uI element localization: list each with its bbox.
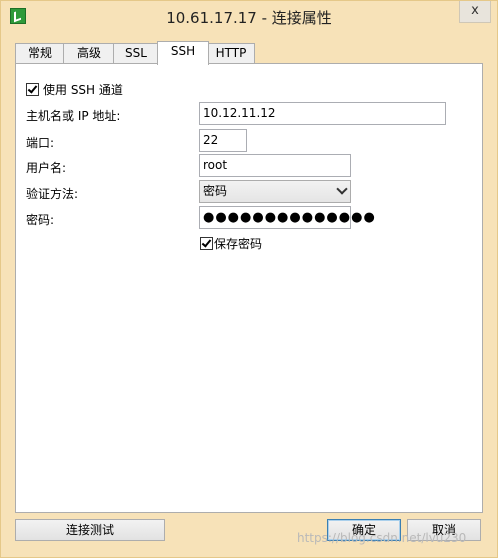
auth-method-value: 密码 <box>203 184 228 198</box>
username-input[interactable]: root <box>199 154 351 177</box>
use-ssh-checkbox[interactable] <box>26 83 39 96</box>
password-label: 密码: <box>26 213 55 227</box>
tab-http[interactable]: HTTP <box>207 43 255 64</box>
tab-advanced[interactable]: 高级 <box>63 43 115 64</box>
ssh-settings-panel: 使用 SSH 通道 主机名或 IP 地址: 10.12.11.12 端口: 22… <box>15 63 483 513</box>
auth-method-label: 验证方法: <box>26 187 79 201</box>
test-connection-button[interactable]: 连接测试 <box>15 519 165 541</box>
host-label: 主机名或 IP 地址: <box>26 109 121 123</box>
save-password-label: 保存密码 <box>214 237 263 251</box>
watermark-url: https://blog.csdn.net/lvu230 <box>297 531 467 545</box>
username-label: 用户名: <box>26 161 67 175</box>
connection-properties-dialog: 10.61.17.17 - 连接属性 x 常规 高级 SSL SSH HTTP … <box>0 0 498 558</box>
port-input[interactable]: 22 <box>199 129 247 152</box>
host-input[interactable]: 10.12.11.12 <box>199 102 446 125</box>
window-title: 10.61.17.17 - 连接属性 <box>166 9 332 27</box>
title-bar: 10.61.17.17 - 连接属性 x <box>1 1 497 31</box>
use-ssh-label: 使用 SSH 通道 <box>43 83 123 97</box>
close-button[interactable]: x <box>459 1 491 23</box>
tab-ssh[interactable]: SSH <box>157 41 209 65</box>
password-input[interactable]: ●●●●●●●●●●●●●● <box>199 206 375 229</box>
tab-ssl[interactable]: SSL <box>113 43 159 64</box>
port-label: 端口: <box>26 136 55 150</box>
save-password-checkbox[interactable] <box>200 237 213 250</box>
tab-general[interactable]: 常规 <box>15 43 65 64</box>
auth-method-select[interactable]: 密码 <box>199 180 351 203</box>
chevron-down-icon <box>336 183 348 195</box>
